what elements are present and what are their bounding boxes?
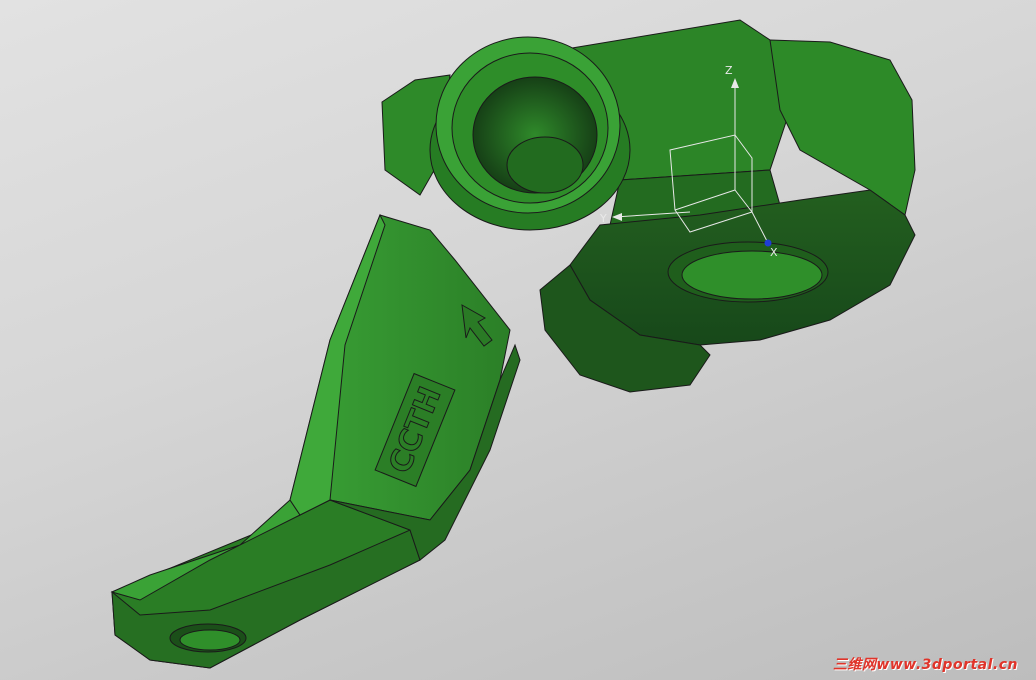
graphics-viewport[interactable]: CCTH Z Y X 三维网www.3dportal.cn	[0, 0, 1036, 680]
triad-y-label: Y	[600, 212, 607, 225]
watermark-text: 三维网www.3dportal.cn	[832, 657, 1018, 673]
boss-bore-inner	[506, 136, 584, 194]
triad-x-label: X	[770, 246, 778, 259]
triad-z-label: Z	[725, 64, 733, 77]
right-lobe-top	[769, 39, 916, 216]
arm-tip-hole-inner	[179, 629, 241, 651]
cad-part-model[interactable]: CCTH	[0, 0, 1036, 680]
lobe-hole-inner	[681, 250, 823, 300]
